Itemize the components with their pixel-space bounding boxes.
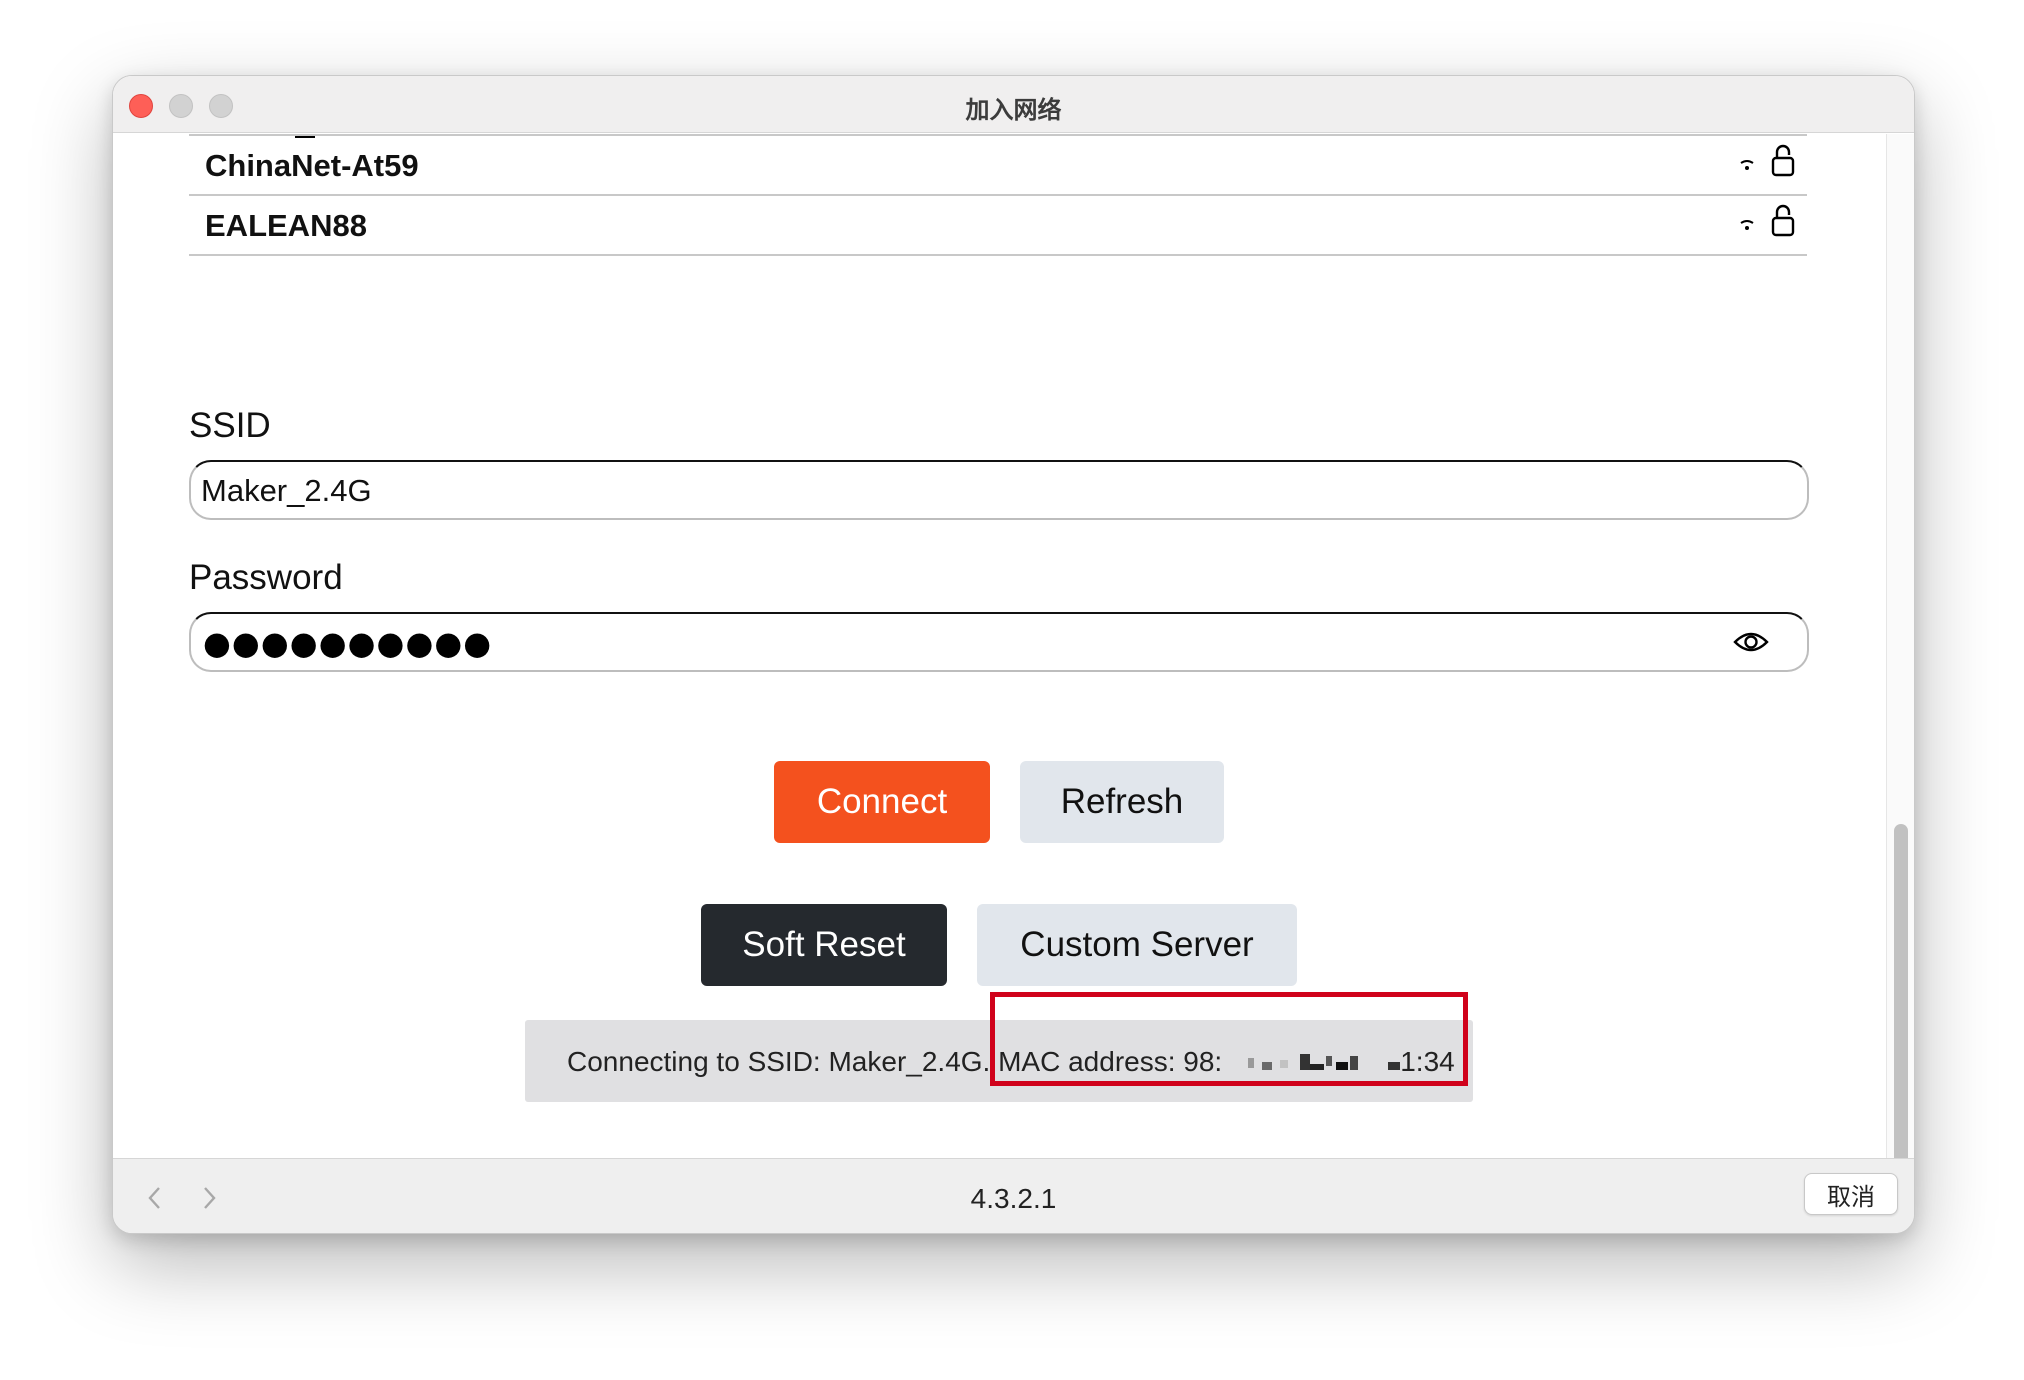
- custom-server-button[interactable]: Custom Server: [977, 904, 1297, 986]
- join-network-window: 加入网络 ChinaNet-At59 EALEAN88 SSID Maker_2…: [112, 75, 1915, 1234]
- password-input[interactable]: ●●●●●●●●●●: [203, 624, 492, 662]
- soft-reset-button[interactable]: Soft Reset: [701, 904, 947, 986]
- scrollbar[interactable]: [1886, 134, 1914, 1202]
- ssid-field[interactable]: [189, 460, 1809, 520]
- ssid-label: SSID: [189, 406, 271, 445]
- password-field[interactable]: ●●●●●●●●●●: [189, 612, 1809, 672]
- network-name: ChinaNet-At59: [205, 148, 419, 183]
- window-title: 加入网络: [965, 96, 1062, 124]
- network-row-chinanet[interactable]: ChinaNet-At59: [189, 134, 1807, 194]
- title-bar: 加入网络: [113, 76, 1914, 133]
- password-label: Password: [189, 558, 343, 597]
- wifi-icon: [1740, 160, 1754, 170]
- bottom-bar: 4.3.2.1 取消: [113, 1158, 1914, 1233]
- ssid-input[interactable]: [201, 468, 1701, 514]
- mac-highlight-box: [990, 992, 1468, 1086]
- eye-icon[interactable]: [1733, 628, 1769, 656]
- lock-icon: [1771, 144, 1795, 177]
- captive-portal-content: ChinaNet-At59 EALEAN88 SSID Maker_2.4G P…: [113, 134, 1914, 1202]
- scrollbar-thumb[interactable]: [1894, 824, 1908, 1202]
- wifi-icon: [1740, 220, 1754, 230]
- lock-icon: [1771, 204, 1795, 237]
- network-name: EALEAN88: [205, 208, 367, 243]
- status-ssid-text: Connecting to SSID: Maker_2.4G.: [567, 1046, 991, 1077]
- connect-button[interactable]: Connect: [774, 761, 990, 843]
- cancel-button[interactable]: 取消: [1804, 1173, 1898, 1215]
- network-row-ealean88[interactable]: EALEAN88: [189, 194, 1807, 256]
- refresh-button[interactable]: Refresh: [1020, 761, 1224, 843]
- gateway-address: 4.3.2.1: [970, 1183, 1057, 1214]
